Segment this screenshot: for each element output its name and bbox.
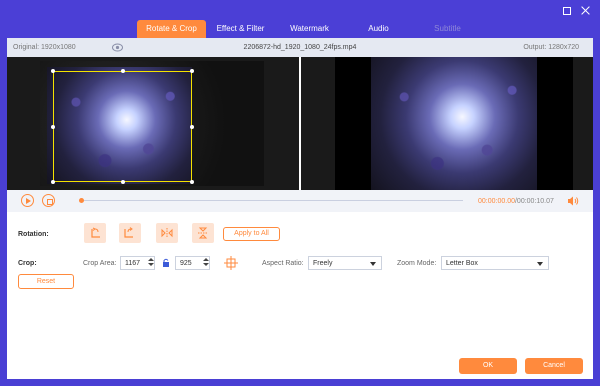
letterbox-left [335,57,371,190]
maximize-icon[interactable] [561,5,573,17]
source-preview[interactable] [7,57,299,190]
center-crop-icon[interactable] [223,255,239,271]
cancel-button[interactable]: Cancel [525,358,583,374]
crop-handle-bottom-right[interactable] [190,180,194,184]
progress-knob[interactable] [79,198,84,203]
aspect-ratio-select[interactable]: Freely [308,256,382,270]
rotate-left-button[interactable] [84,223,106,243]
crop-height-stepper[interactable] [203,256,209,270]
tab-subtitle: Subtitle [434,24,461,33]
volume-icon[interactable] [567,196,579,206]
close-icon[interactable] [579,5,591,17]
title-bar: Rotate & Crop Effect & Filter Watermark … [0,0,600,38]
chevron-down-icon [537,262,543,266]
tab-effect-filter[interactable]: Effect & Filter [206,20,275,38]
tab-audio[interactable]: Audio [344,20,413,38]
aspect-ratio-label: Aspect Ratio: [262,260,304,267]
progress-track[interactable] [81,200,463,201]
crop-handle-bottom-left[interactable] [51,180,55,184]
current-time: 00:00:00.00 [478,198,515,205]
playback-bar: 00:00:00.00/00:00:10.07 [7,190,593,212]
flip-vertical-button[interactable] [192,223,214,243]
info-bar: Original: 1920x1080 2206872-hd_1920_1080… [7,38,593,57]
lock-icon[interactable] [162,258,170,268]
apply-to-all-button[interactable]: Apply to All [223,227,280,241]
file-name: 2206872-hd_1920_1080_24fps.mp4 [243,44,357,51]
letterbox-right [537,57,573,190]
crop-label: Crop: [18,260,37,267]
crop-handle-top-right[interactable] [190,69,194,73]
stop-icon[interactable] [42,194,55,207]
crop-handle-bottom[interactable] [121,180,125,184]
rotate-right-button[interactable] [119,223,141,243]
zoom-mode-select[interactable]: Letter Box [441,256,549,270]
flip-vertical-icon [198,227,208,239]
crop-width-stepper[interactable] [148,256,154,270]
chevron-down-icon [370,262,376,266]
ok-button[interactable]: OK [459,358,517,374]
tab-watermark[interactable]: Watermark [275,20,344,38]
crop-handle-left[interactable] [51,125,55,129]
tab-bar: Rotate & Crop Effect & Filter Watermark … [137,20,482,38]
flip-horizontal-icon [161,228,173,238]
flip-horizontal-button[interactable] [156,223,178,243]
reset-button[interactable]: Reset [18,274,74,289]
aspect-ratio-value: Freely [313,260,333,267]
rotate-left-icon [91,227,100,238]
timecode: 00:00:00.00/00:00:10.07 [478,198,554,205]
output-preview [301,57,593,190]
crop-area-label: Crop Area: [83,260,117,267]
crop-handle-top[interactable] [121,69,125,73]
crop-handle-top-left[interactable] [51,69,55,73]
play-icon[interactable] [21,194,34,207]
zoom-mode-label: Zoom Mode: [397,260,437,267]
zoom-mode-value: Letter Box [446,260,478,267]
rotate-right-icon [124,227,133,238]
crop-handle-right[interactable] [190,125,194,129]
output-resolution: Output: 1280x720 [523,44,579,51]
editor-panel: Original: 1920x1080 2206872-hd_1920_1080… [7,38,593,379]
total-time: /00:00:10.07 [514,198,554,205]
crop-box[interactable] [53,71,192,182]
tab-rotate-crop[interactable]: Rotate & Crop [137,20,206,38]
output-video-frame [371,57,537,190]
rotation-label: Rotation: [18,231,49,238]
